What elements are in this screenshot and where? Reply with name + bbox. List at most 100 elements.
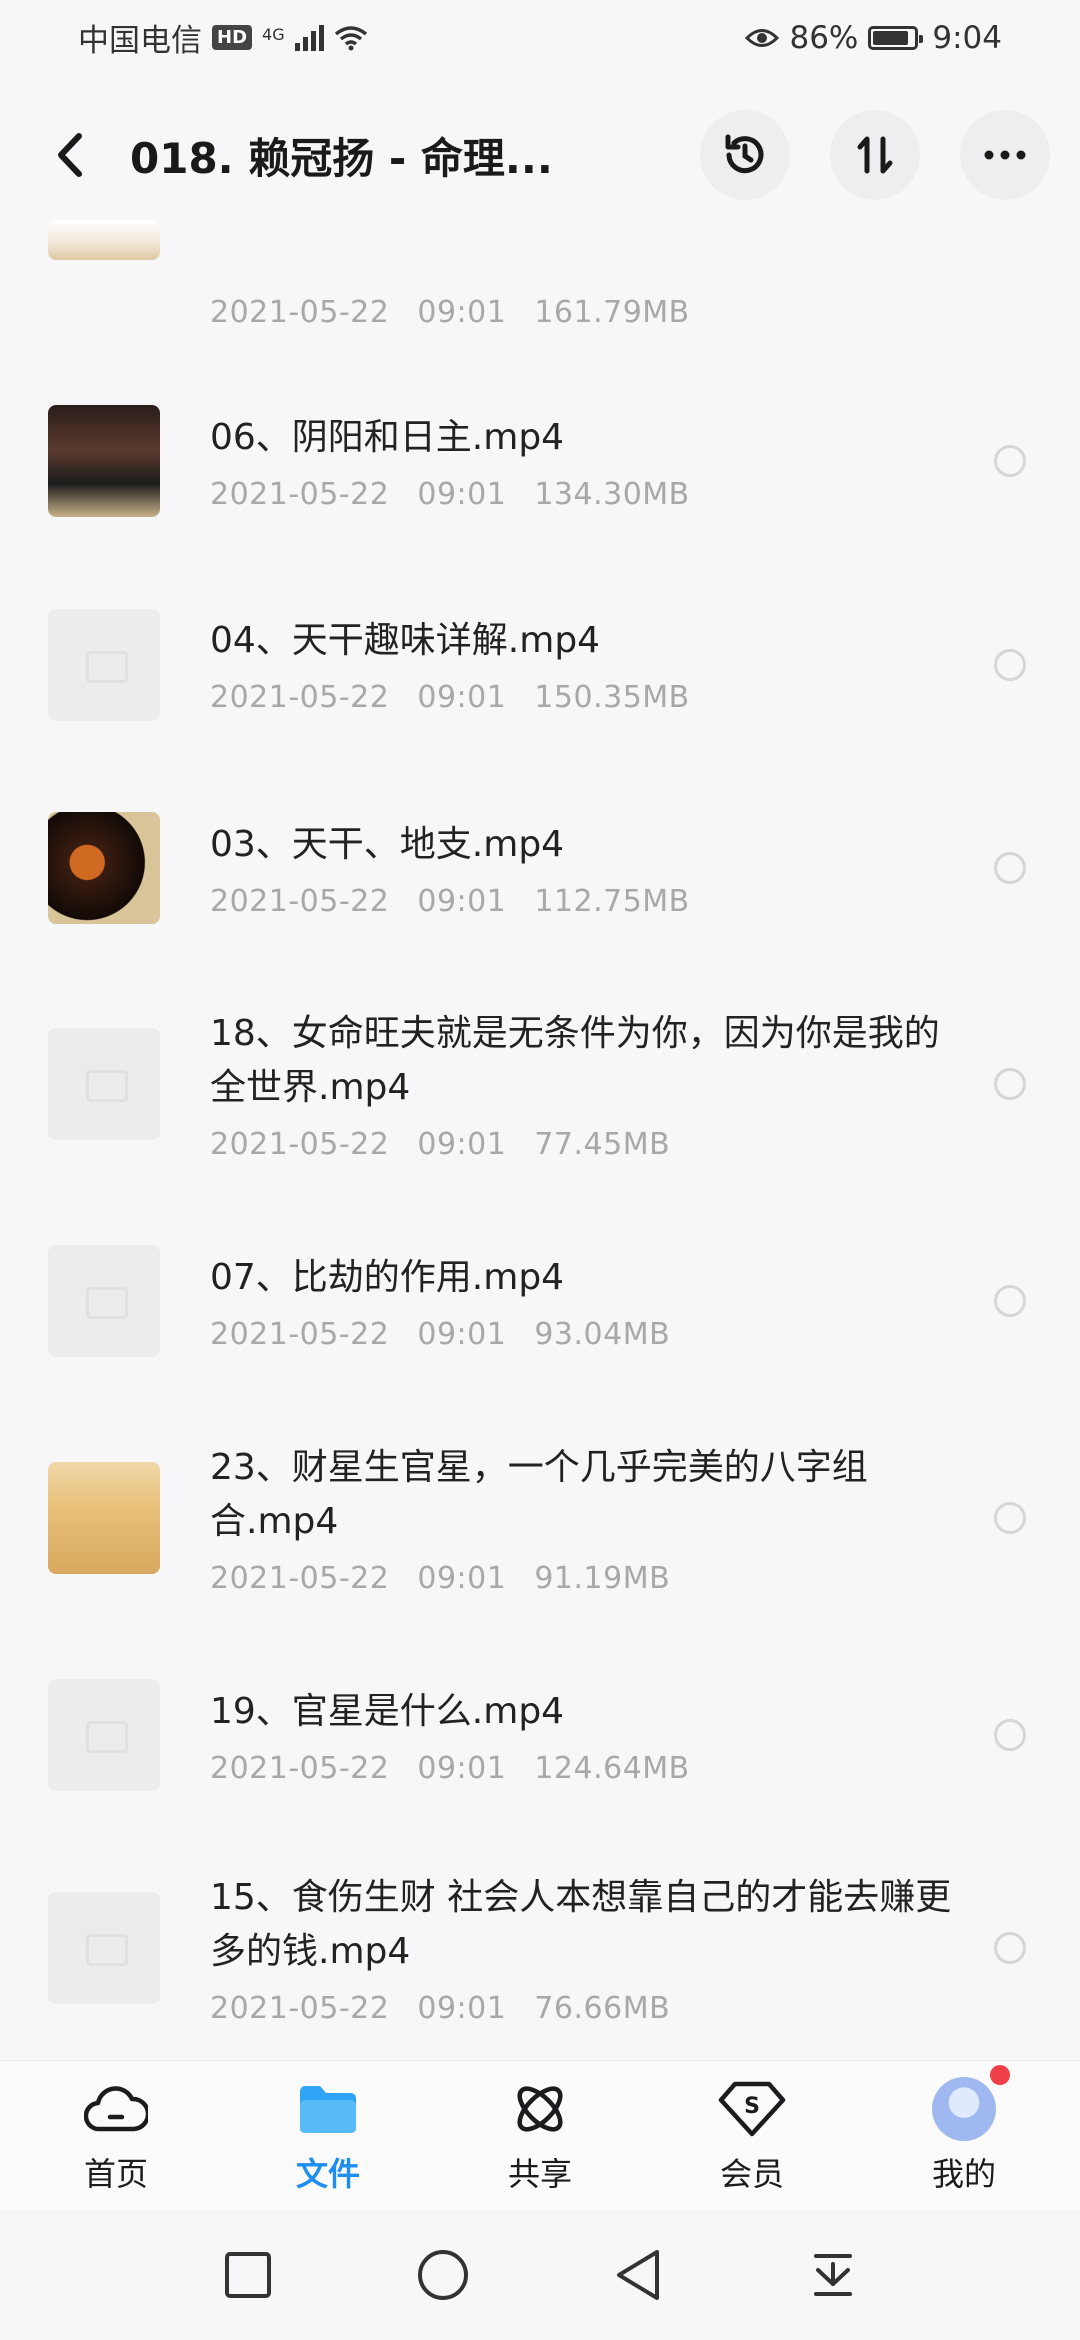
file-row[interactable]: 15、食伤生财 社会人本想靠自己的才能去赚更多的钱.mp4 2021-05-22 0… xyxy=(0,1837,1080,2059)
file-time: 09:01 xyxy=(417,476,507,512)
file-row[interactable]: 07、比劫的作用.mp4 2021-05-22 09:01 93.04MB xyxy=(0,1199,1080,1403)
video-thumbnail xyxy=(48,220,160,260)
file-name: 23、财星生官星，一个几乎完美的八字组合.mp4 xyxy=(210,1446,868,1542)
sort-button[interactable] xyxy=(830,110,920,200)
select-checkbox[interactable] xyxy=(994,852,1026,884)
file-meta: 2021-05-22 09:01 134.30MB xyxy=(210,477,974,512)
home-button[interactable] xyxy=(408,2240,478,2310)
battery-icon xyxy=(868,25,924,50)
file-name: 04、天干趣味详解.mp4 xyxy=(210,620,601,661)
hd-badge: HD xyxy=(212,25,253,50)
file-row[interactable]: 2021-05-22 09:01 161.79MB xyxy=(0,215,1080,360)
history-button[interactable] xyxy=(700,110,790,200)
select-checkbox[interactable] xyxy=(994,1502,1026,1534)
file-row[interactable]: 19、官星是什么.mp4 2021-05-22 09:01 124.64MB xyxy=(0,1633,1080,1837)
file-size: 150.35MB xyxy=(534,680,690,715)
file-date: 2021-05-22 xyxy=(210,1990,390,2026)
file-text: 03、天干、地支.mp4 2021-05-22 09:01 112.75MB xyxy=(210,818,974,919)
file-name: 07、比劫的作用.mp4 xyxy=(210,1256,565,1298)
clock: 9:04 xyxy=(932,19,1002,56)
video-thumbnail xyxy=(48,405,160,517)
back-triangle-icon xyxy=(616,2250,659,2300)
back-nav-button[interactable] xyxy=(603,2240,673,2310)
file-date: 2021-05-22 xyxy=(210,1560,390,1596)
video-placeholder-thumbnail xyxy=(48,1028,160,1140)
status-bar: 中国电信 HD 4G 86% 9:04 xyxy=(0,0,1080,75)
recent-apps-button[interactable] xyxy=(213,2240,283,2310)
svg-text:S: S xyxy=(744,2094,760,2119)
file-meta: 2021-05-22 09:01 124.64MB xyxy=(210,1751,974,1786)
video-thumbnail xyxy=(48,812,160,924)
file-list[interactable]: 2021-05-22 09:01 161.79MB 06、阴阳和日主.mp4 2021-… xyxy=(0,215,1080,2060)
file-time: 09:01 xyxy=(417,1316,507,1352)
file-date: 2021-05-22 xyxy=(210,883,390,919)
file-name: 03、天干、地支.mp4 xyxy=(210,823,565,865)
status-left: 中国电信 HD 4G xyxy=(78,15,368,60)
file-date: 2021-05-22 xyxy=(210,476,390,512)
select-checkbox[interactable] xyxy=(994,1285,1026,1317)
file-time: 09:01 xyxy=(417,680,507,715)
file-row[interactable]: 23、财星生官星，一个几乎完美的八字组合.mp4 2021-05-22 09:01 9… xyxy=(0,1403,1080,1633)
file-date: 2021-05-22 xyxy=(210,295,390,330)
file-size: 112.75MB xyxy=(534,883,690,919)
tab-home[interactable]: 首页 xyxy=(26,2077,206,2195)
more-button[interactable] xyxy=(960,110,1050,200)
tab-mine-label: 我的 xyxy=(931,2154,996,2193)
file-row[interactable]: 04、天干趣味详解.mp4 2021-05-22 09:01 150.35MB xyxy=(0,562,1080,767)
notification-pull-icon xyxy=(813,2254,852,2296)
avatar-wrapper xyxy=(932,2064,1010,2141)
file-meta: 2021-05-22 09:01 112.75MB xyxy=(210,884,974,919)
wifi-icon xyxy=(334,25,368,51)
file-name: 19、官星是什么.mp4 xyxy=(210,1690,565,1732)
avatar xyxy=(932,2064,1010,2141)
system-nav-bar xyxy=(0,2210,1080,2340)
tab-share[interactable]: 共享 xyxy=(450,2077,630,2195)
file-row[interactable]: 03、天干、地支.mp4 2021-05-22 09:01 112.75MB xyxy=(0,767,1080,969)
status-right: 86% 9:04 xyxy=(745,20,1002,56)
vip-icon: S xyxy=(717,2077,787,2141)
file-row[interactable]: 18、女命旺夫就是无条件为你，因为你是我的全世界.mp4 2021-05-22 09… xyxy=(0,969,1080,1199)
file-meta: 2021-05-22 09:01 91.19MB xyxy=(210,1561,974,1596)
tab-files-label: 文件 xyxy=(295,2154,360,2193)
file-date: 2021-05-22 xyxy=(210,680,390,715)
tab-mine[interactable]: 我的 xyxy=(874,2064,1054,2195)
file-meta: 2021-05-22 09:01 161.79MB xyxy=(210,295,1026,330)
square-icon xyxy=(224,2252,271,2298)
video-placeholder-thumbnail xyxy=(48,1679,160,1791)
select-checkbox[interactable] xyxy=(994,1068,1026,1100)
file-text: 04、天干趣味详解.mp4 2021-05-22 09:01 150.35MB xyxy=(210,614,974,715)
file-meta: 2021-05-22 09:01 77.45MB xyxy=(210,1127,974,1162)
tab-vip[interactable]: S 会员 xyxy=(662,2077,842,2195)
file-name: 15、食伤生财 社会人本想靠自己的才能去赚更多的钱.mp4 xyxy=(210,1876,952,1972)
file-time: 09:01 xyxy=(417,1990,507,2026)
tab-vip-label: 会员 xyxy=(719,2154,784,2193)
select-checkbox[interactable] xyxy=(994,1719,1026,1751)
file-size: 77.45MB xyxy=(534,1126,671,1162)
back-icon xyxy=(58,133,82,177)
cloud-icon xyxy=(84,2077,148,2141)
share-icon xyxy=(511,2077,569,2141)
back-button[interactable] xyxy=(45,125,95,185)
file-meta: 2021-05-22 09:01 93.04MB xyxy=(210,1317,974,1352)
file-size: 93.04MB xyxy=(534,1316,671,1352)
file-size: 91.19MB xyxy=(534,1560,671,1596)
video-placeholder-thumbnail xyxy=(48,1892,160,2004)
folder-icon xyxy=(298,2077,358,2141)
file-text: 06、阴阳和日主.mp4 2021-05-22 09:01 134.30MB xyxy=(210,411,974,512)
header-actions xyxy=(700,110,1050,200)
file-row[interactable]: 06、阴阳和日主.mp4 2021-05-22 09:01 134.30MB xyxy=(0,360,1080,562)
file-time: 09:01 xyxy=(417,1750,507,1786)
file-text: 19、官星是什么.mp4 2021-05-22 09:01 124.64MB xyxy=(210,1685,974,1786)
notification-pull-button[interactable] xyxy=(798,2240,868,2310)
tab-share-label: 共享 xyxy=(507,2154,572,2193)
tab-files[interactable]: 文件 xyxy=(238,2077,418,2195)
select-checkbox[interactable] xyxy=(994,648,1026,681)
bottom-tab-bar: 首页 文件 共享 S 会员 我的 xyxy=(0,2060,1080,2210)
sort-icon xyxy=(857,136,893,174)
file-time: 09:01 xyxy=(417,1126,507,1162)
select-checkbox[interactable] xyxy=(994,445,1026,477)
select-checkbox[interactable] xyxy=(994,1932,1026,1964)
header: 018. 赖冠扬 - 命理... xyxy=(0,95,1080,215)
carrier-label: 中国电信 xyxy=(78,23,202,59)
file-size: 134.30MB xyxy=(534,476,690,512)
